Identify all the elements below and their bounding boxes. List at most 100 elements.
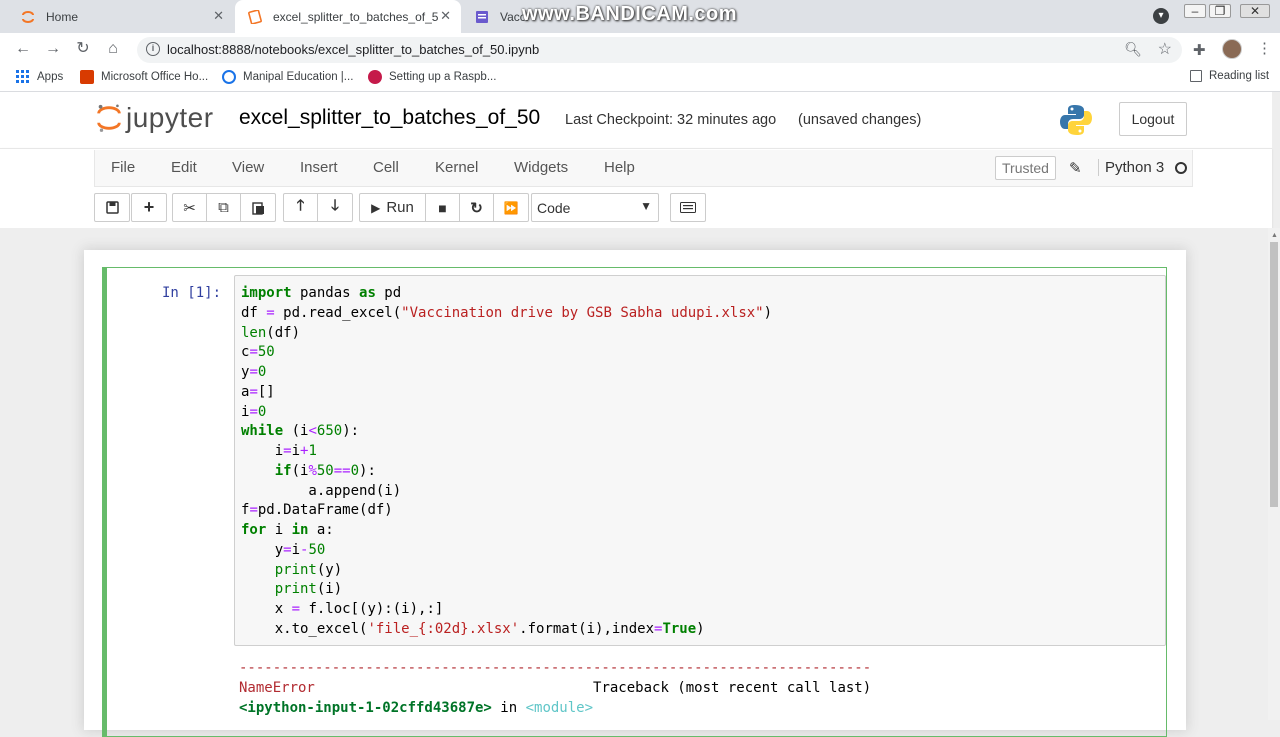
- traceback-module: <module>: [525, 700, 594, 716]
- menu-edit[interactable]: Edit: [171, 159, 197, 176]
- run-button[interactable]: ▶ Run: [360, 194, 426, 221]
- site-info-icon[interactable]: i: [146, 42, 160, 56]
- office-icon: [80, 70, 94, 84]
- run-label: Run: [386, 199, 414, 216]
- move-up-icon[interactable]: 🡑: [284, 194, 318, 221]
- reading-list-icon: [1190, 70, 1202, 82]
- insert-cell-below-icon[interactable]: +: [132, 194, 166, 221]
- window-close-icon[interactable]: ✕: [1240, 4, 1270, 18]
- menu-insert[interactable]: Insert: [300, 159, 338, 176]
- traceback-in: in: [491, 700, 526, 716]
- logout-button[interactable]: Logout: [1119, 102, 1187, 136]
- raspberry-pi-icon: [368, 70, 382, 84]
- profile-avatar[interactable]: [1222, 39, 1242, 59]
- stop-icon[interactable]: ■: [426, 194, 460, 221]
- page-scrollbar[interactable]: ▲: [1268, 228, 1280, 720]
- notebook-favicon-icon: [247, 9, 263, 25]
- trusted-indicator[interactable]: Trusted: [995, 156, 1056, 180]
- restart-icon[interactable]: ↻: [460, 194, 494, 221]
- home-icon[interactable]: ⌂: [102, 38, 124, 60]
- notebook-name[interactable]: excel_splitter_to_batches_of_50: [239, 106, 540, 130]
- menu-widgets[interactable]: Widgets: [514, 159, 568, 176]
- back-arrow-icon[interactable]: ←: [12, 38, 34, 60]
- copy-icon[interactable]: ⧉: [207, 194, 241, 221]
- cell-type-select[interactable]: Code ▼: [531, 193, 659, 222]
- paste-icon[interactable]: [241, 194, 275, 221]
- bookmark-label: Setting up a Raspb...: [389, 71, 497, 83]
- kernel-idle-indicator: [1175, 162, 1187, 174]
- jupyter-logo-icon: [97, 104, 121, 132]
- kernel-name[interactable]: Python 3: [1098, 159, 1164, 176]
- notebook-toolbar-area: File Edit View Insert Cell Kernel Widget…: [0, 148, 1272, 228]
- menu-file[interactable]: File: [111, 159, 135, 176]
- bookmark-manipal[interactable]: Manipal Education |...: [222, 70, 353, 84]
- bookmark-label: Manipal Education |...: [243, 71, 354, 83]
- scrollbar-thumb[interactable]: [1270, 242, 1278, 507]
- tab-home[interactable]: Home ✕: [8, 0, 234, 33]
- error-name: NameError: [239, 680, 315, 696]
- keyboard-icon[interactable]: [671, 194, 705, 221]
- play-icon: ▶: [371, 200, 381, 215]
- menu-help[interactable]: Help: [604, 159, 635, 176]
- address-bar[interactable]: i localhost:8888/notebooks/excel_splitte…: [137, 37, 1182, 63]
- notebook-page: In [1]: import pandas as pd df = pd.read…: [84, 250, 1186, 737]
- cell-type-value: Code: [537, 200, 571, 216]
- jupyter-logo[interactable]: jupyter: [96, 102, 214, 134]
- code-input[interactable]: import pandas as pd df = pd.read_excel("…: [234, 275, 1166, 646]
- browser-tab-strip: Home ✕ excel_splitter_to_batches_of_50 -…: [0, 0, 1280, 33]
- maximize-icon[interactable]: ❐: [1209, 4, 1231, 18]
- move-down-icon[interactable]: 🡓: [318, 194, 352, 221]
- clipboard-group: ✂ ⧉: [172, 193, 276, 222]
- close-tab-icon[interactable]: ✕: [440, 8, 451, 24]
- bookmark-label: Apps: [37, 70, 64, 83]
- edit-pencil-icon[interactable]: ✎: [1069, 159, 1082, 177]
- recording-watermark: www.BANDICAM.com: [522, 3, 738, 25]
- cut-icon[interactable]: ✂: [173, 194, 207, 221]
- forward-arrow-icon[interactable]: →: [42, 38, 64, 60]
- traceback-input-ref: <ipython-input-1-02cffd43687e>: [239, 700, 492, 716]
- menu-kernel[interactable]: Kernel: [435, 159, 478, 176]
- bookmarks-bar: Apps Microsoft Office Ho... Manipal Educ…: [0, 65, 1280, 92]
- bookmark-raspberry[interactable]: Setting up a Raspb...: [368, 70, 496, 84]
- reading-list[interactable]: Reading list: [1190, 70, 1269, 82]
- menubar: File Edit View Insert Cell Kernel Widget…: [94, 150, 1193, 187]
- fast-forward-icon[interactable]: ⏩: [494, 194, 528, 221]
- traceback-separator: ----------------------------------------…: [239, 660, 872, 676]
- menu-cell[interactable]: Cell: [373, 159, 399, 176]
- insert-group: +: [131, 193, 167, 222]
- tab-notebook[interactable]: excel_splitter_to_batches_of_50 - ✕: [235, 0, 461, 33]
- reload-icon[interactable]: ↻: [72, 38, 94, 60]
- bookmark-office[interactable]: Microsoft Office Ho...: [80, 70, 208, 84]
- save-group: [94, 193, 130, 222]
- browser-menu-icon[interactable]: ⋮: [1257, 39, 1272, 57]
- input-prompt: In [1]:: [162, 285, 222, 301]
- bookmark-apps[interactable]: Apps: [16, 70, 63, 83]
- jupyter-header: jupyter excel_splitter_to_batches_of_50 …: [0, 92, 1272, 148]
- tab-search-icon[interactable]: ▾: [1153, 8, 1169, 24]
- traceback-label: Traceback (most recent call last): [593, 680, 872, 696]
- command-palette-group: [670, 193, 706, 222]
- bookmark-label: Microsoft Office Ho...: [101, 71, 209, 83]
- reading-list-label: Reading list: [1209, 70, 1270, 82]
- notebook-area: In [1]: import pandas as pd df = pd.read…: [0, 228, 1272, 737]
- run-group: ▶ Run ■ ↻ ⏩: [359, 193, 529, 222]
- zoom-icon[interactable]: 🔍︎: [1124, 41, 1142, 58]
- tab-title: excel_splitter_to_batches_of_50 -: [273, 9, 438, 24]
- extensions-puzzle-icon[interactable]: ✚: [1193, 41, 1206, 59]
- spreadsheet-favicon-icon: [474, 9, 490, 25]
- autosave-status: (unsaved changes): [798, 112, 922, 128]
- cell-output: ----------------------------------------…: [239, 658, 871, 718]
- code-text[interactable]: import pandas as pd df = pd.read_excel("…: [241, 284, 772, 640]
- manipal-icon: [222, 70, 236, 84]
- url-text[interactable]: localhost:8888/notebooks/excel_splitter_…: [167, 42, 539, 57]
- bookmark-star-icon[interactable]: ☆: [1158, 39, 1172, 59]
- scroll-up-icon[interactable]: ▲: [1271, 232, 1278, 239]
- minimize-icon[interactable]: –: [1184, 4, 1206, 18]
- checkpoint-status: Last Checkpoint: 32 minutes ago: [565, 112, 777, 128]
- apps-grid-icon: [16, 70, 29, 83]
- close-tab-icon[interactable]: ✕: [213, 8, 224, 24]
- code-cell[interactable]: In [1]: import pandas as pd df = pd.read…: [102, 267, 1167, 737]
- python-logo-icon: [1060, 105, 1092, 135]
- menu-view[interactable]: View: [232, 159, 264, 176]
- save-icon[interactable]: [95, 194, 129, 221]
